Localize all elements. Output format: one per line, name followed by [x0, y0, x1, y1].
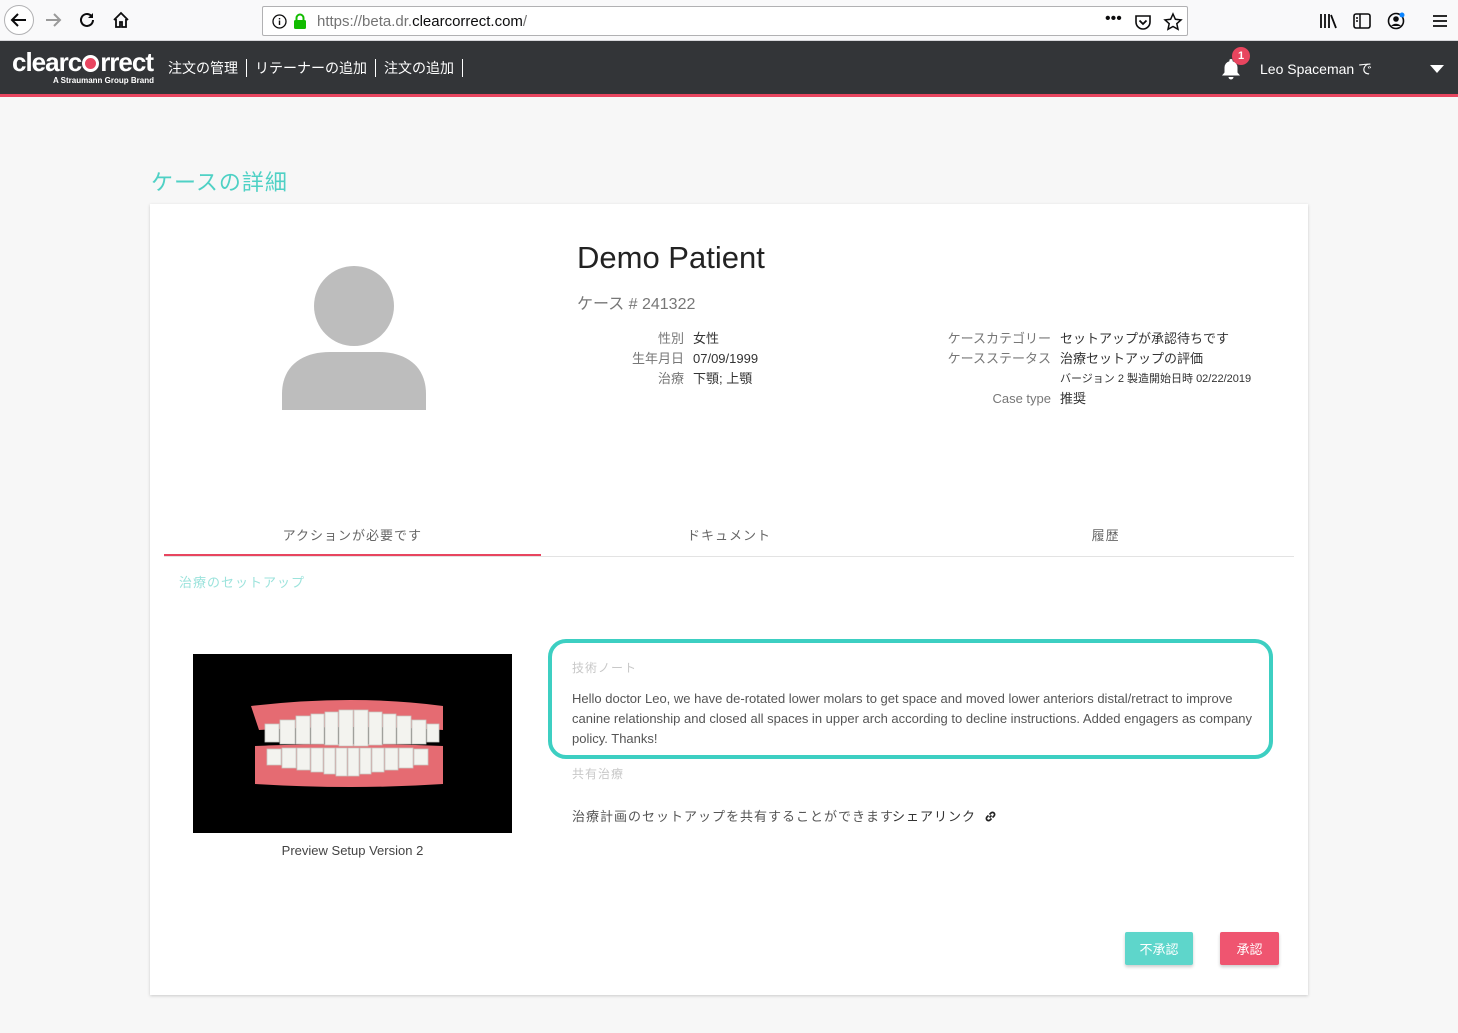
pocket-icon[interactable]: [1134, 13, 1152, 31]
info-value: バージョン 2 製造開始日時 02/22/2019: [1060, 373, 1252, 385]
notification-badge[interactable]: 1: [1232, 47, 1250, 65]
tech-notes-label: 技術ノート: [572, 661, 638, 675]
lock-icon: [294, 13, 306, 29]
back-button[interactable]: [4, 5, 34, 35]
more-actions-icon[interactable]: •••: [1105, 11, 1125, 31]
hamburger-menu-icon[interactable]: [1430, 11, 1450, 31]
teeth-preview-image: [193, 654, 512, 833]
info-label: ケースカテゴリー: [947, 331, 1051, 346]
browser-toolbar: https://beta.dr.clearcorrect.com/ •••: [0, 0, 1458, 41]
info-value: 07/09/1999: [693, 351, 759, 366]
case-tabs: アクションが必要です ドキュメント 履歴: [164, 516, 1294, 557]
share-link[interactable]: シェアリンク: [892, 806, 997, 825]
main-nav: 注文の管理 リテーナーの追加 注文の追加: [168, 58, 471, 78]
share-section-label: 共有治療: [572, 767, 625, 781]
info-row-sex: 性別 女性: [630, 329, 758, 349]
case-number: ケース # 241322: [577, 296, 696, 313]
nav-add-order[interactable]: 注文の追加: [384, 58, 462, 78]
info-value: 推奨: [1060, 391, 1087, 406]
home-icon: [113, 11, 129, 28]
info-row-case-type: Case type 推奨: [930, 389, 1251, 409]
info-row-category: ケースカテゴリー セットアップが承認待ちです: [930, 329, 1251, 349]
info-value: 女性: [693, 331, 720, 346]
info-row-status: ケースステータス 治療セットアップの評価: [930, 349, 1251, 369]
share-description: 治療計画のセットアップを共有することができます: [572, 809, 895, 824]
tab-history[interactable]: 履歴: [917, 516, 1294, 556]
setup-preview-video[interactable]: [193, 654, 512, 833]
info-value: 治療セットアップの評価: [1060, 351, 1204, 366]
patient-name: Demo Patient: [577, 240, 765, 275]
info-label: ケースステータス: [947, 351, 1051, 366]
library-icon[interactable]: [1318, 11, 1338, 31]
app-header: clearc rrect A Straumann Group Brand 注文の管…: [0, 41, 1458, 97]
tab-documents[interactable]: ドキュメント: [541, 516, 918, 556]
reject-button[interactable]: 不承認: [1125, 932, 1193, 965]
reload-button[interactable]: [72, 5, 102, 35]
page-title: ケースの詳細: [151, 170, 288, 195]
info-row-treatment: 治療 下顎; 上顎: [630, 369, 758, 389]
tech-notes-text: Hello doctor Leo, we have de-rotated low…: [572, 691, 1253, 746]
share-link-label: シェアリンク: [892, 809, 977, 824]
case-details-card: Demo Patient ケース # 241322 性別 女性 生年月日 07/…: [150, 204, 1308, 995]
clearcorrect-logo[interactable]: clearc rrect A Straumann Group Brand: [12, 49, 157, 89]
nav-divider: [462, 59, 463, 77]
forward-button[interactable]: [38, 5, 68, 35]
arrow-left-icon: [10, 13, 26, 27]
info-label: 治療: [657, 371, 684, 386]
nav-manage-orders[interactable]: 注文の管理: [168, 58, 246, 78]
info-value: 下顎; 上顎: [693, 371, 753, 386]
tab-action-required[interactable]: アクションが必要です: [164, 516, 541, 556]
info-label: 性別: [657, 331, 684, 346]
bookmark-star-icon[interactable]: [1163, 12, 1183, 32]
nav-divider: [246, 59, 247, 77]
info-label-empty: [930, 369, 1060, 389]
case-info: ケースカテゴリー セットアップが承認待ちです ケースステータス 治療セットアップ…: [930, 329, 1251, 409]
sidebar-icon[interactable]: [1352, 11, 1372, 31]
tech-notes-box: 技術ノート Hello doctor Leo, we have de-rotat…: [548, 639, 1273, 759]
patient-info: 性別 女性 生年月日 07/09/1999 治療 下顎; 上顎: [630, 329, 758, 389]
arrow-right-icon: [46, 13, 62, 27]
preview-caption: Preview Setup Version 2: [281, 843, 424, 858]
url-text: https://beta.dr.clearcorrect.com/: [317, 13, 528, 30]
patient-avatar-icon: [282, 266, 426, 410]
info-label: 生年月日: [631, 351, 684, 366]
home-button[interactable]: [106, 5, 136, 35]
address-bar[interactable]: https://beta.dr.clearcorrect.com/ •••: [262, 6, 1188, 36]
info-row-dob: 生年月日 07/09/1999: [630, 349, 758, 369]
reload-icon: [80, 12, 94, 27]
nav-add-retainer[interactable]: リテーナーの追加: [255, 58, 375, 78]
approve-button[interactable]: 承認: [1220, 932, 1279, 965]
link-icon: [985, 811, 996, 822]
section-title: 治療のセットアップ: [179, 575, 306, 590]
chevron-down-icon[interactable]: [1430, 64, 1444, 74]
info-label: Case type: [992, 391, 1051, 406]
info-value: セットアップが承認待ちです: [1060, 331, 1230, 346]
user-menu-label[interactable]: Leo Spaceman で: [1260, 59, 1372, 79]
info-icon[interactable]: [272, 14, 287, 29]
info-row-version: バージョン 2 製造開始日時 02/22/2019: [930, 369, 1251, 389]
nav-divider: [375, 59, 376, 77]
account-icon[interactable]: [1386, 11, 1406, 31]
